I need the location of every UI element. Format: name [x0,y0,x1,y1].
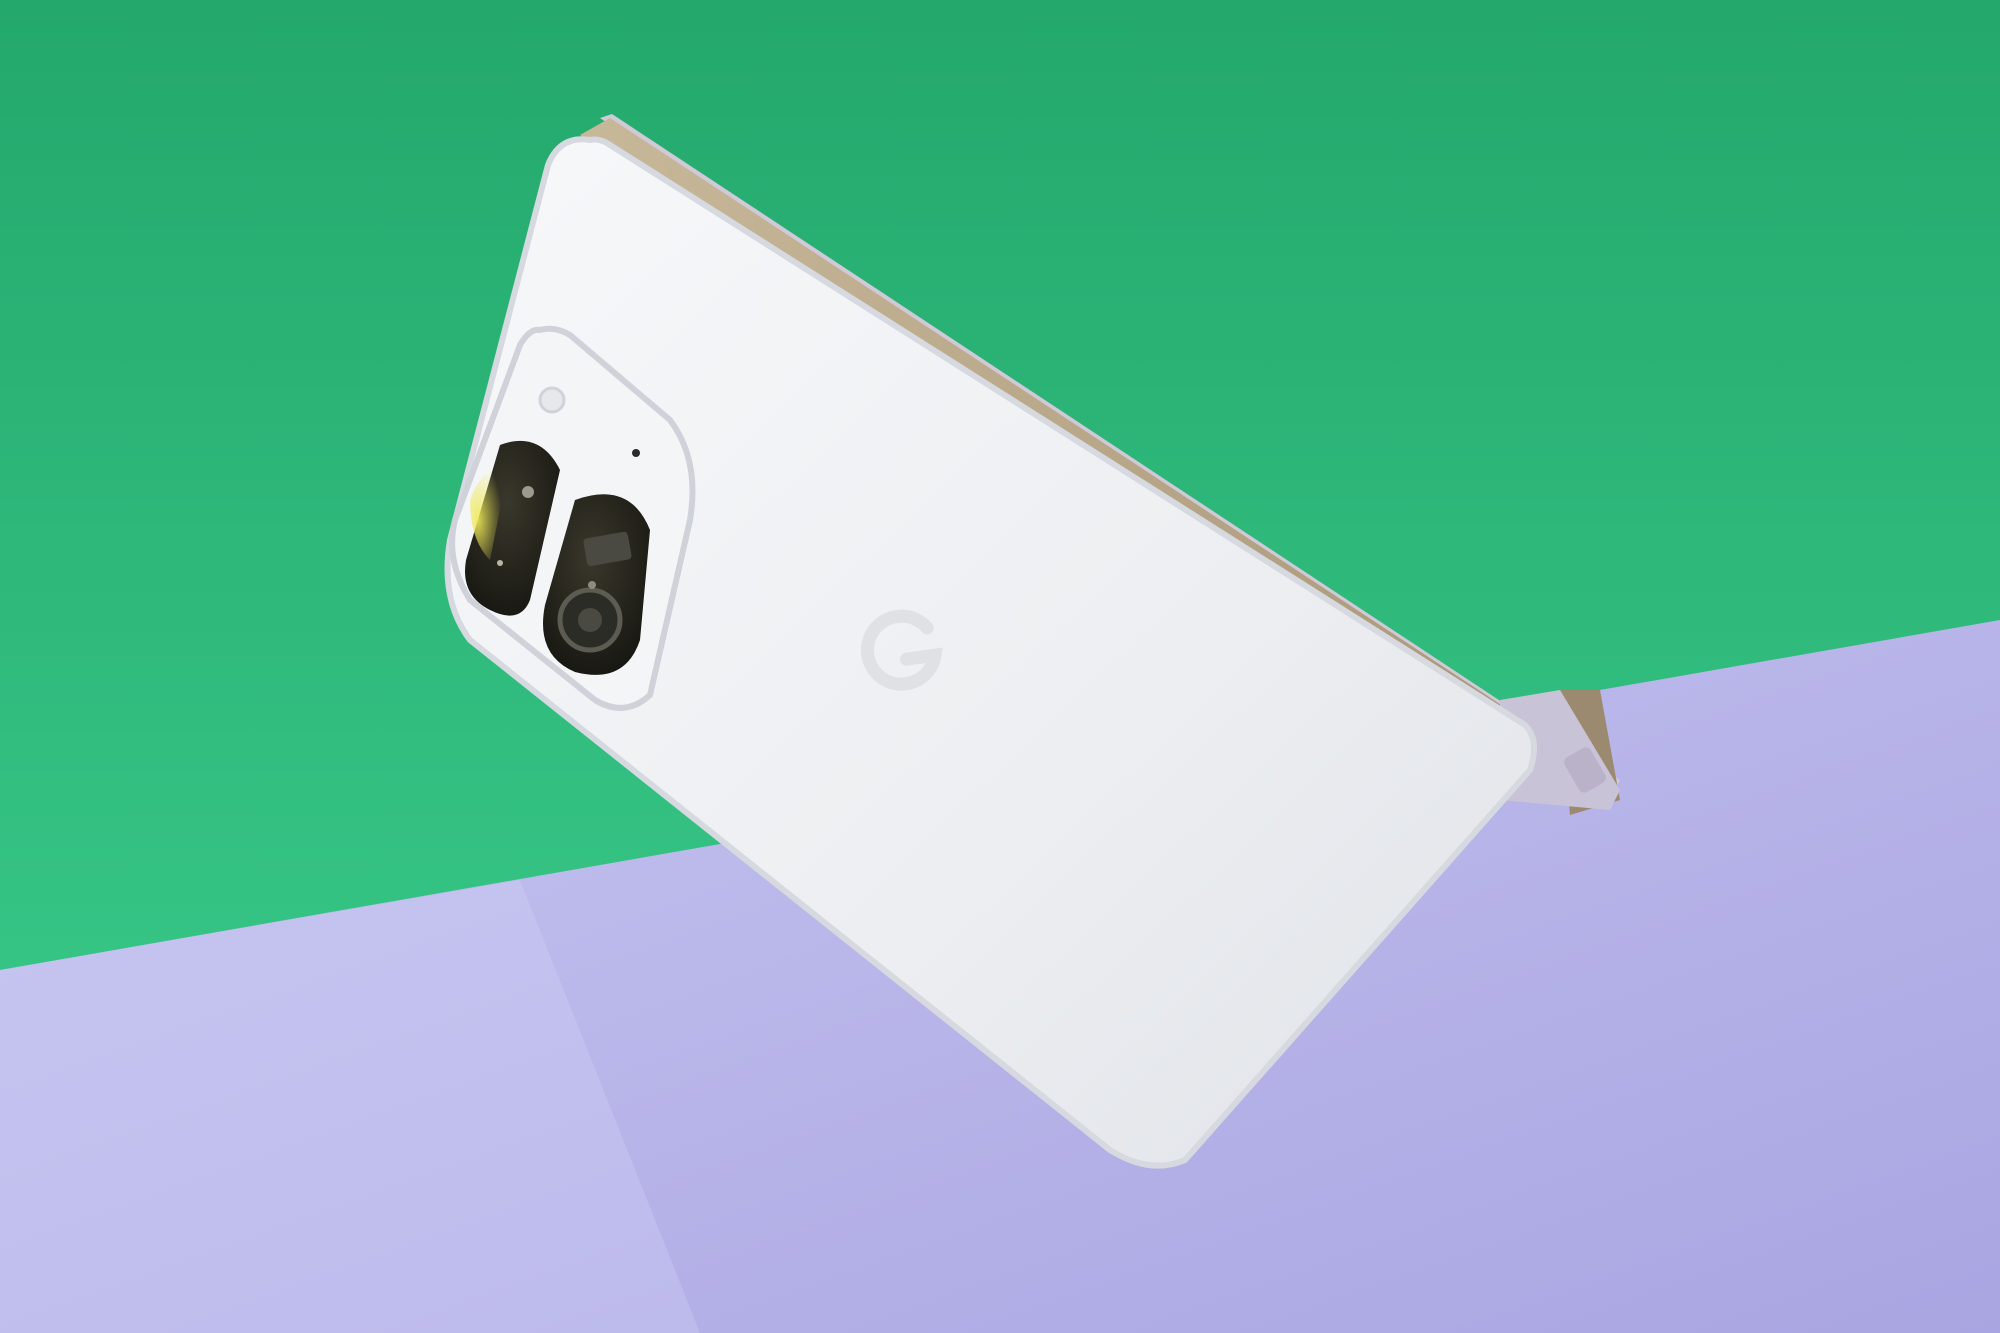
product-photo [0,0,2000,1333]
microphone-hole [632,449,640,457]
flash-icon [538,386,566,414]
